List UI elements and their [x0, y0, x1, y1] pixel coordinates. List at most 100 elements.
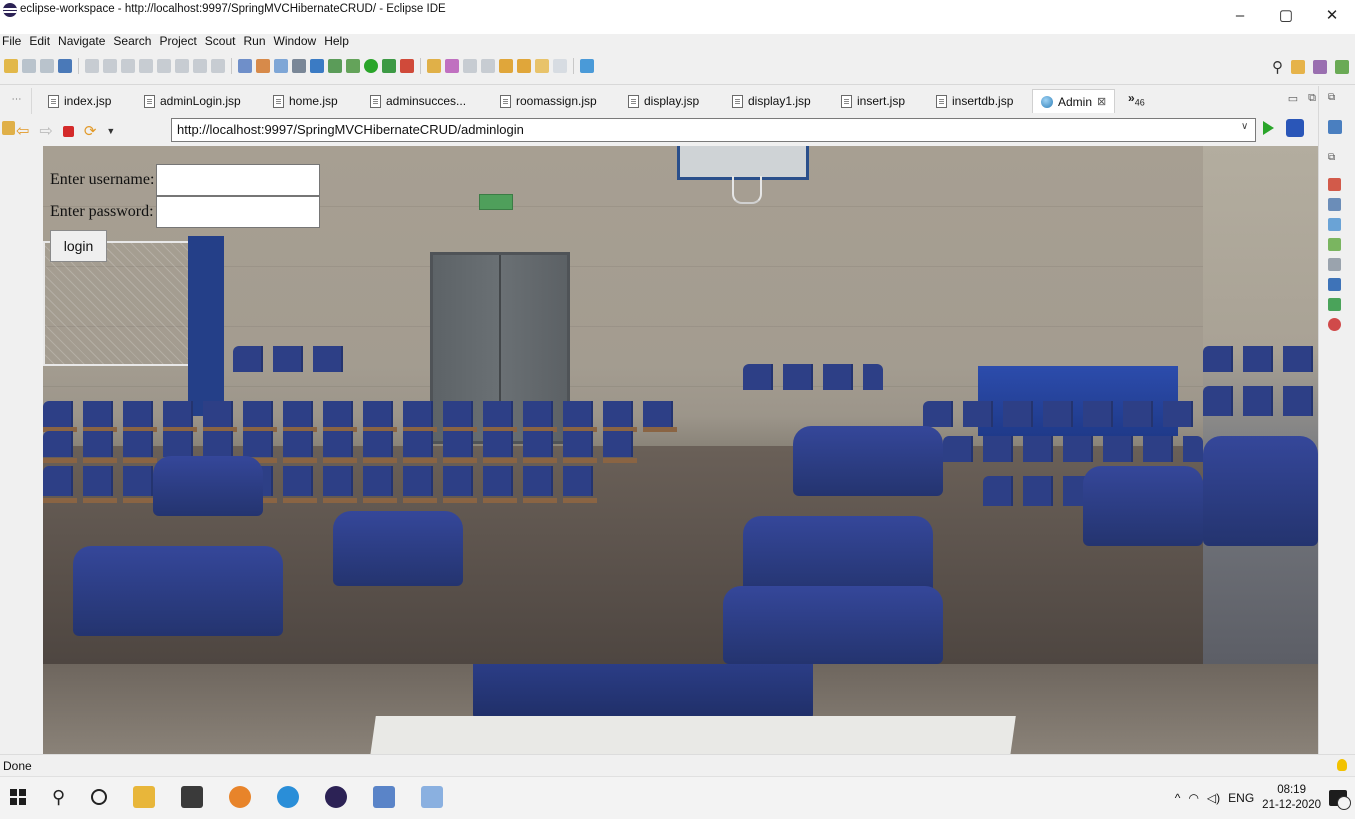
language-indicator[interactable]: ENG	[1228, 791, 1254, 805]
menu-project[interactable]: Project	[155, 33, 200, 51]
restore-view-icon[interactable]: ⧉	[1328, 92, 1335, 103]
lightbulb-icon[interactable]	[1337, 759, 1347, 771]
menu-run[interactable]: Run	[239, 33, 269, 51]
disconnect-icon[interactable]	[157, 59, 171, 73]
debug-view-icon[interactable]	[238, 59, 252, 73]
go-icon[interactable]	[1263, 121, 1274, 135]
console-icon[interactable]	[58, 59, 72, 73]
taskbar-clock[interactable]: 08:19 21-12-2020	[1262, 783, 1321, 813]
minimize-button[interactable]: –	[1217, 0, 1263, 30]
step-over-icon[interactable]	[193, 59, 207, 73]
browser-globe-icon[interactable]	[310, 59, 324, 73]
notes-app-icon[interactable]	[373, 786, 396, 808]
cortana-icon[interactable]	[91, 789, 108, 805]
tab-insertdb-jsp[interactable]: insertdb.jsp	[936, 89, 1013, 113]
server-icon[interactable]	[274, 59, 288, 73]
run-icon[interactable]	[364, 59, 378, 73]
problems-icon[interactable]	[1328, 178, 1341, 191]
menu-window[interactable]: Window	[270, 33, 321, 51]
chrome-icon[interactable]	[229, 786, 252, 808]
edge-icon[interactable]	[277, 786, 300, 808]
pin-editor-icon[interactable]	[580, 59, 594, 73]
windows-start-icon[interactable]	[10, 789, 26, 805]
menu-search[interactable]: Search	[109, 33, 155, 51]
annotation-icon[interactable]	[463, 59, 477, 73]
password-input[interactable]	[155, 196, 320, 228]
back-arrow-icon[interactable]: ⇦	[16, 121, 29, 141]
paste-icon[interactable]	[2, 121, 15, 135]
tab-close-icon[interactable]: ⊠	[1097, 95, 1106, 108]
url-input[interactable]: http://localhost:9997/SpringMVCHibernate…	[171, 118, 1256, 142]
external-tools-icon[interactable]	[400, 59, 414, 73]
tab-home-jsp[interactable]: home.jsp	[273, 89, 338, 113]
menu-help[interactable]: Help	[320, 33, 353, 51]
close-button[interactable]: ✕	[1309, 0, 1355, 30]
tab-adminsucces[interactable]: adminsucces...	[370, 89, 466, 113]
tab-display1-jsp[interactable]: display1.jsp	[732, 89, 811, 113]
store-icon[interactable]	[181, 786, 204, 808]
back-icon[interactable]	[535, 59, 549, 73]
search-icon[interactable]: ⚲	[52, 787, 65, 808]
maximize-button[interactable]: ▢	[1263, 0, 1309, 30]
wizard-icon[interactable]	[292, 59, 306, 73]
next-annotation-icon[interactable]	[481, 59, 495, 73]
tab-index-jsp[interactable]: index.jsp	[48, 89, 111, 113]
menu-edit[interactable]: Edit	[25, 33, 54, 51]
properties-icon[interactable]	[1328, 198, 1341, 211]
resume-icon[interactable]	[103, 59, 117, 73]
stop-icon[interactable]	[62, 125, 74, 137]
servers-icon[interactable]	[1328, 218, 1341, 231]
username-input[interactable]	[156, 164, 321, 196]
tab-adminlogin-jsp[interactable]: adminLogin.jsp	[144, 89, 241, 113]
forward-arrow-icon[interactable]: ⇨	[39, 121, 52, 141]
wifi-icon[interactable]: ◠	[1188, 791, 1198, 805]
menu-navigate[interactable]: Navigate	[54, 33, 109, 51]
url-dropdown-icon[interactable]: ∨	[1241, 121, 1248, 132]
step-return-icon[interactable]	[211, 59, 225, 73]
tab-admin[interactable]: Admin ⊠	[1032, 89, 1116, 113]
search-tool-icon[interactable]	[328, 59, 342, 73]
tab-overflow-button[interactable]: »46	[1128, 91, 1145, 107]
debug-perspective-icon[interactable]	[1335, 60, 1349, 74]
notification-icon[interactable]	[1329, 790, 1351, 810]
open-perspective-icon[interactable]	[1291, 60, 1305, 74]
suspend-icon[interactable]	[121, 59, 135, 73]
paint-icon[interactable]	[421, 786, 444, 808]
open-folder-icon[interactable]	[427, 59, 441, 73]
eclipse-taskbar-icon[interactable]	[325, 786, 348, 808]
tab-insert-jsp[interactable]: insert.jsp	[841, 89, 905, 113]
maximize-view-icon[interactable]: ⧉	[1308, 92, 1316, 105]
new-icon[interactable]	[4, 59, 18, 73]
tab-display-jsp[interactable]: display.jsp	[628, 89, 699, 113]
pencil-icon[interactable]	[445, 59, 459, 73]
open-external-browser-icon[interactable]	[1286, 119, 1304, 137]
save-all-icon[interactable]	[40, 59, 54, 73]
forward-icon[interactable]	[553, 59, 567, 73]
error-log-icon[interactable]	[1328, 318, 1341, 331]
history-dropdown-icon[interactable]: ▼	[106, 126, 115, 136]
tray-chevron-icon[interactable]: ^	[1175, 791, 1181, 805]
file-explorer-icon[interactable]	[133, 786, 156, 808]
console-view-icon[interactable]	[1328, 278, 1341, 291]
refresh-icon[interactable]: ⟳	[84, 122, 97, 140]
skip-breakpoints-icon[interactable]	[85, 59, 99, 73]
menu-file[interactable]: File	[0, 33, 25, 51]
volume-icon[interactable]: ◁)	[1207, 791, 1220, 805]
back-history-icon[interactable]	[499, 59, 513, 73]
outline-icon[interactable]	[1328, 120, 1342, 134]
tab-roomassign-jsp[interactable]: roomassign.jsp	[500, 89, 597, 113]
rail-restore-icon[interactable]: ⧉	[1328, 152, 1335, 163]
menu-scout[interactable]: Scout	[201, 33, 240, 51]
debug-icon[interactable]	[346, 59, 360, 73]
data-source-icon[interactable]	[1328, 238, 1341, 251]
jee-perspective-icon[interactable]	[1313, 60, 1327, 74]
progress-icon[interactable]	[1328, 298, 1341, 311]
coverage-icon[interactable]	[382, 59, 396, 73]
minimized-view-stack[interactable]: ⋯	[2, 88, 32, 114]
search-icon[interactable]: ⚲	[1272, 58, 1283, 76]
forward-history-icon[interactable]	[517, 59, 531, 73]
step-into-icon[interactable]	[175, 59, 189, 73]
save-icon[interactable]	[22, 59, 36, 73]
snippets-icon[interactable]	[1328, 258, 1341, 271]
terminate-icon[interactable]	[139, 59, 153, 73]
